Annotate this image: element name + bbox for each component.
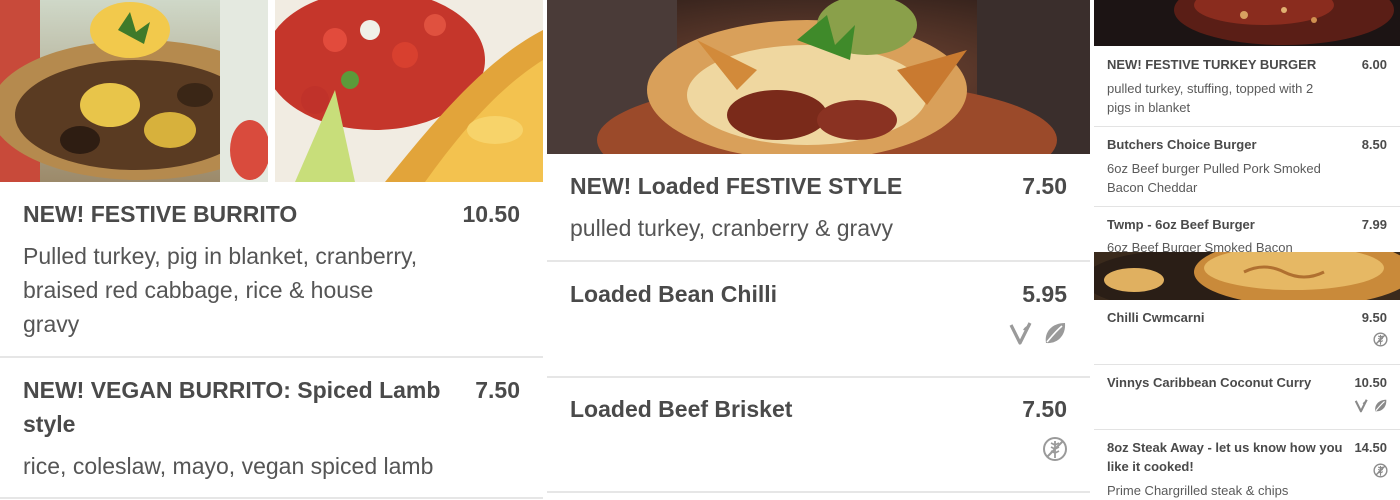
item-price: 9.50 xyxy=(1361,310,1387,325)
vegetarian-leaf-icon xyxy=(1042,320,1068,346)
dietary-icons xyxy=(1354,398,1388,413)
loaded-nachos-photo xyxy=(547,0,1090,154)
gluten-free-icon xyxy=(1042,436,1068,462)
burrito-cross-section-photo xyxy=(0,0,268,182)
title-line: like it cooked! xyxy=(1107,459,1194,474)
vegetarian-leaf-icon xyxy=(1373,398,1388,413)
item-title: Chilli Cwmcarni xyxy=(1107,310,1205,325)
burrito-salsa-photo xyxy=(275,0,543,182)
item-description: Pulled turkey, pig in blanket, cranberry… xyxy=(23,239,493,341)
item-description: Prime Chargrilled steak & chips xyxy=(1107,483,1289,498)
description-line: Bacon Cheddar xyxy=(1107,180,1198,195)
item-price: 5.95 xyxy=(1022,281,1067,307)
gluten-free-icon xyxy=(1373,463,1388,478)
item-title: NEW! VEGAN BURRITO: Spiced Lamb style xyxy=(23,373,453,441)
item-description: rice, coleslaw, mayo, vegan spiced lamb xyxy=(23,453,434,479)
item-title: Twmp - 6oz Beef Burger xyxy=(1107,217,1255,232)
item-title: 8oz Steak Away - let us know how you lik… xyxy=(1107,438,1347,476)
description-line: pigs in blanket xyxy=(1107,100,1191,115)
item-price: 14.50 xyxy=(1354,440,1387,455)
item-title: NEW! FESTIVE TURKEY BURGER xyxy=(1107,57,1317,72)
item-title: Loaded Bean Chilli xyxy=(570,281,778,307)
item-divider xyxy=(1094,429,1400,430)
description-line: gravy xyxy=(23,311,80,337)
item-divider xyxy=(1094,206,1400,207)
pie-photo xyxy=(1094,252,1400,300)
menu-panel-burritos: NEW! FESTIVE BURRITO 10.50 Pulled turkey… xyxy=(0,0,543,500)
dietary-icons xyxy=(1373,463,1388,478)
item-description: pulled turkey, stuffing, topped with 2 p… xyxy=(1107,79,1313,117)
item-divider xyxy=(1094,126,1400,127)
item-title: Vinnys Caribbean Coconut Curry xyxy=(1107,375,1312,390)
menu-panel-burgers: NEW! FESTIVE TURKEY BURGER 6.00 pulled t… xyxy=(1094,0,1400,500)
item-description: pulled turkey, cranberry & gravy xyxy=(570,215,893,241)
gluten-free-icon xyxy=(1373,332,1388,347)
vegan-icon xyxy=(1008,320,1034,346)
item-divider xyxy=(0,497,543,499)
item-price: 6.00 xyxy=(1361,57,1387,72)
item-title: NEW! FESTIVE BURRITO xyxy=(23,201,298,227)
item-title: Loaded Beef Brisket xyxy=(570,396,793,422)
description-line: braised red cabbage, rice & house xyxy=(23,277,374,303)
item-divider xyxy=(547,491,1090,493)
item-divider xyxy=(0,356,543,358)
item-price: 7.50 xyxy=(1022,173,1067,199)
item-divider xyxy=(547,260,1090,262)
description-line: pulled turkey, stuffing, topped with 2 xyxy=(1107,81,1314,96)
item-title: NEW! Loaded FESTIVE STYLE xyxy=(570,173,903,199)
menu-panel-loaded: NEW! Loaded FESTIVE STYLE 7.50 pulled tu… xyxy=(547,0,1090,500)
ribs-photo xyxy=(1094,0,1400,46)
title-line: NEW! VEGAN BURRITO: Spiced Lamb xyxy=(23,377,441,403)
title-line: 8oz Steak Away - let us know how you xyxy=(1107,440,1343,455)
item-price: 7.99 xyxy=(1361,217,1387,232)
item-divider xyxy=(1094,364,1400,365)
item-price: 10.50 xyxy=(1354,375,1387,390)
item-description: 6oz Beef burger Pulled Pork Smoked Bacon… xyxy=(1107,159,1321,197)
item-price: 7.50 xyxy=(475,377,520,403)
dietary-icons xyxy=(1008,320,1068,346)
title-line: style xyxy=(23,411,76,437)
vegan-icon xyxy=(1354,398,1369,413)
item-price: 7.50 xyxy=(1022,396,1067,422)
description-line: Pulled turkey, pig in blanket, cranberry… xyxy=(23,243,418,269)
item-price: 8.50 xyxy=(1361,137,1387,152)
dietary-icons xyxy=(1373,332,1388,347)
item-divider xyxy=(547,376,1090,378)
dietary-icons xyxy=(1042,436,1068,462)
description-line: 6oz Beef burger Pulled Pork Smoked xyxy=(1107,161,1321,176)
item-price: 10.50 xyxy=(462,201,520,227)
item-title: Butchers Choice Burger xyxy=(1107,137,1257,152)
